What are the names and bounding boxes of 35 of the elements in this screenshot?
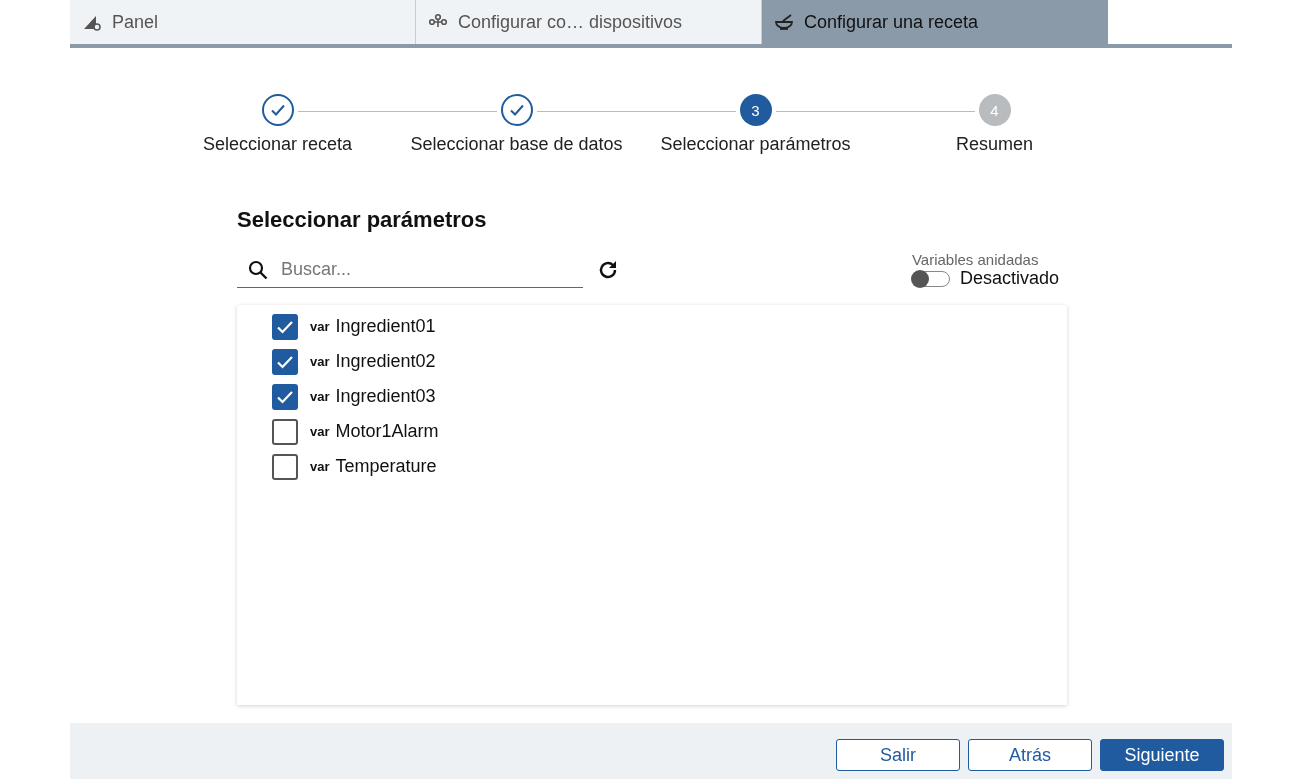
- checkbox[interactable]: [272, 348, 298, 375]
- tab[interactable]: Configurar una receta: [762, 0, 1108, 44]
- variable-tag: var: [310, 424, 330, 439]
- toggle-label: Desactivado: [959, 268, 1059, 289]
- checkbox[interactable]: [272, 418, 298, 445]
- checkbox[interactable]: [272, 313, 298, 340]
- tab[interactable]: Configurar co… dispositivos: [416, 0, 762, 44]
- variable-name: Ingredient02: [335, 351, 436, 372]
- variable-name: Ingredient03: [335, 386, 436, 407]
- toggle-caption: Variables anidadas: [911, 251, 1039, 268]
- tab[interactable]: Panel: [70, 0, 416, 44]
- step-label: Resumen: [955, 134, 1033, 155]
- toggle-switch[interactable]: [911, 270, 950, 287]
- variable-tag: var: [310, 354, 330, 369]
- variable-name: Ingredient01: [335, 316, 436, 337]
- wizard-button[interactable]: Salir: [836, 739, 960, 771]
- step-number: 3: [739, 94, 772, 126]
- variable-tag: var: [310, 389, 330, 404]
- bowl-icon: [774, 12, 794, 32]
- step-number: 4: [978, 94, 1011, 126]
- wizard-button[interactable]: Siguiente: [1100, 739, 1224, 771]
- variable-name: Motor1Alarm: [335, 421, 439, 442]
- step-label: Seleccionar parámetros: [660, 134, 851, 155]
- step-label: Seleccionar base de datos: [410, 134, 623, 155]
- refresh-icon[interactable]: [597, 259, 619, 281]
- variable-tag: var: [310, 459, 330, 474]
- variable-tag: var: [310, 319, 330, 334]
- wizard-button[interactable]: Atrás: [968, 739, 1092, 771]
- search-icon: [247, 259, 269, 281]
- checkbox[interactable]: [272, 453, 298, 480]
- search-field[interactable]: Buscar...: [237, 252, 583, 288]
- section-heading: Seleccionar parámetros: [237, 207, 488, 233]
- step-label: Seleccionar receta: [202, 134, 353, 155]
- checkbox[interactable]: [272, 383, 298, 410]
- variable-name: Temperature: [335, 456, 437, 477]
